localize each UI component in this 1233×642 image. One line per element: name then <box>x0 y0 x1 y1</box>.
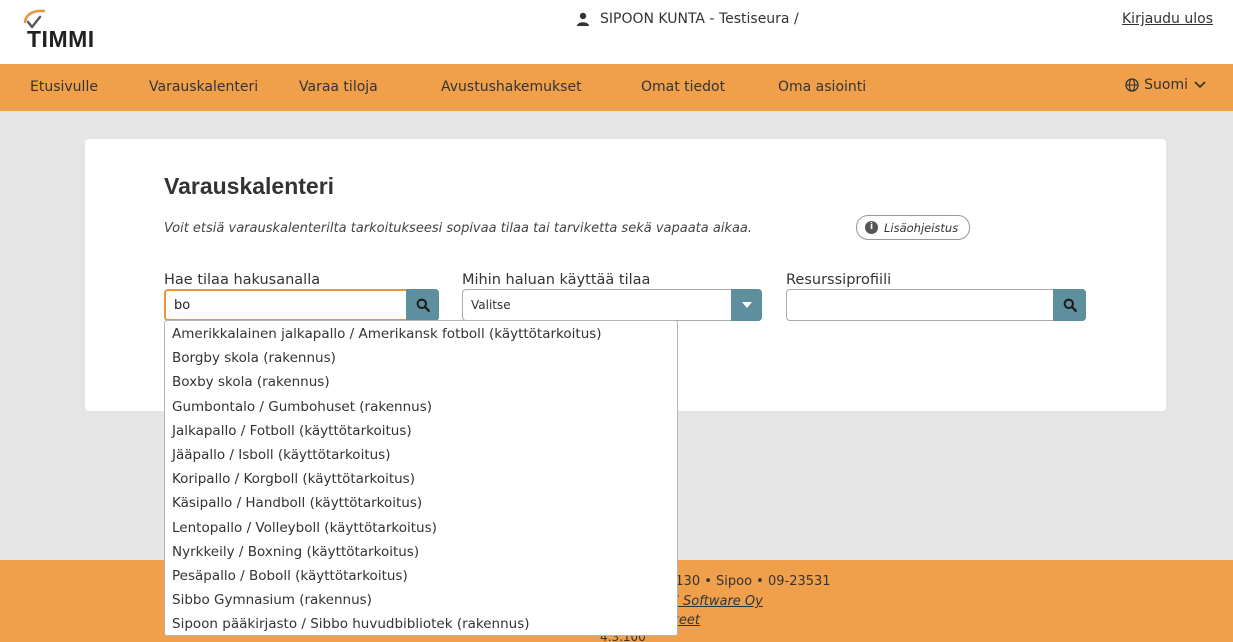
page-title: Varauskalenteri <box>164 173 335 199</box>
profile-label: Resurssiprofiili <box>786 272 892 288</box>
user-organization-text: SIPOON KUNTA - Testiseura / <box>600 11 799 27</box>
search-icon <box>416 298 430 312</box>
help-button[interactable]: i Lisäohjeistus <box>856 215 971 240</box>
current-user: SIPOON KUNTA - Testiseura / <box>576 11 799 27</box>
top-header: TIMMI SIPOON KUNTA - Testiseura / Kirjau… <box>0 0 1233 64</box>
usage-select-toggle[interactable] <box>731 289 762 321</box>
globe-icon <box>1125 78 1139 92</box>
user-icon <box>577 12 589 26</box>
timmi-logo[interactable]: TIMMI <box>22 8 122 58</box>
nav-item-omat-tiedot[interactable]: Omat tiedot <box>641 79 725 95</box>
suggestion-item[interactable]: Gumbontalo / Gumbohuset (rakennus) <box>165 395 677 419</box>
nav-item-varaa-tiloja[interactable]: Varaa tiloja <box>299 79 378 95</box>
help-button-label: Lisäohjeistus <box>884 220 959 235</box>
search-input[interactable] <box>164 289 439 321</box>
nav-item-avustushakemukset[interactable]: Avustushakemukset <box>441 79 582 95</box>
profile-field-group <box>786 289 1086 321</box>
suggestion-item[interactable]: Lentopallo / Volleyboll (käyttötarkoitus… <box>165 516 677 540</box>
search-button[interactable] <box>406 289 439 321</box>
suggestion-item[interactable]: Käsipallo / Handboll (käyttötarkoitus) <box>165 491 677 515</box>
nav-item-etusivulle[interactable]: Etusivulle <box>30 79 98 95</box>
info-icon: i <box>865 221 878 234</box>
suggestion-item[interactable]: Jalkapallo / Fotboll (käyttötarkoitus) <box>165 419 677 443</box>
usage-selected-value: Valitse <box>471 298 511 312</box>
suggestion-item[interactable]: Borgby skola (rakennus) <box>165 346 677 370</box>
search-suggestions: Amerikkalainen jalkapallo / Amerikansk f… <box>164 320 678 636</box>
nav-item-varauskalenteri[interactable]: Varauskalenteri <box>149 79 258 95</box>
language-selector[interactable]: Suomi <box>1125 77 1211 93</box>
search-field-group <box>164 289 439 321</box>
intro-text: Voit etsiä varauskalenterilta tarkoituks… <box>164 221 753 236</box>
suggestion-item[interactable]: Jääpallo / Isboll (käyttötarkoitus) <box>165 443 677 467</box>
main-navigation: Etusivulle Varauskalenteri Varaa tiloja … <box>0 64 1233 111</box>
suggestion-item[interactable]: Nyrkkeily / Boxning (käyttötarkoitus) <box>165 540 677 564</box>
suggestion-item[interactable]: Boxby skola (rakennus) <box>165 370 677 394</box>
logout-link[interactable]: Kirjaudu ulos <box>1122 11 1213 27</box>
usage-select[interactable]: Valitse <box>462 289 762 321</box>
suggestion-item[interactable]: Koripallo / Korgboll (käyttötarkoitus) <box>165 467 677 491</box>
chevron-down-icon <box>1194 81 1206 89</box>
suggestion-item[interactable]: Amerikkalainen jalkapallo / Amerikansk f… <box>165 322 677 346</box>
caret-down-icon <box>741 302 752 308</box>
suggestion-item[interactable]: Sibbo Gymnasium (rakennus) <box>165 588 677 612</box>
profile-search-button[interactable] <box>1053 289 1086 321</box>
language-label: Suomi <box>1144 77 1188 93</box>
nav-item-oma-asiointi[interactable]: Oma asiointi <box>778 79 866 95</box>
footer-vendor-link[interactable]: ni Software Oy <box>667 594 763 609</box>
search-label: Hae tilaa hakusanalla <box>164 272 321 288</box>
logo-text: TIMMI <box>27 26 95 52</box>
footer-contact: 4130 • Sipoo • 09-23531 <box>667 574 831 589</box>
suggestion-item[interactable]: Sipoon pääkirjasto / Sibbo huvudbibliote… <box>165 612 677 635</box>
usage-label: Mihin haluan käyttää tilaa <box>462 272 651 288</box>
profile-input[interactable] <box>786 289 1086 321</box>
search-icon <box>1063 298 1077 312</box>
suggestion-item[interactable]: Pesäpallo / Boboll (käyttötarkoitus) <box>165 564 677 588</box>
